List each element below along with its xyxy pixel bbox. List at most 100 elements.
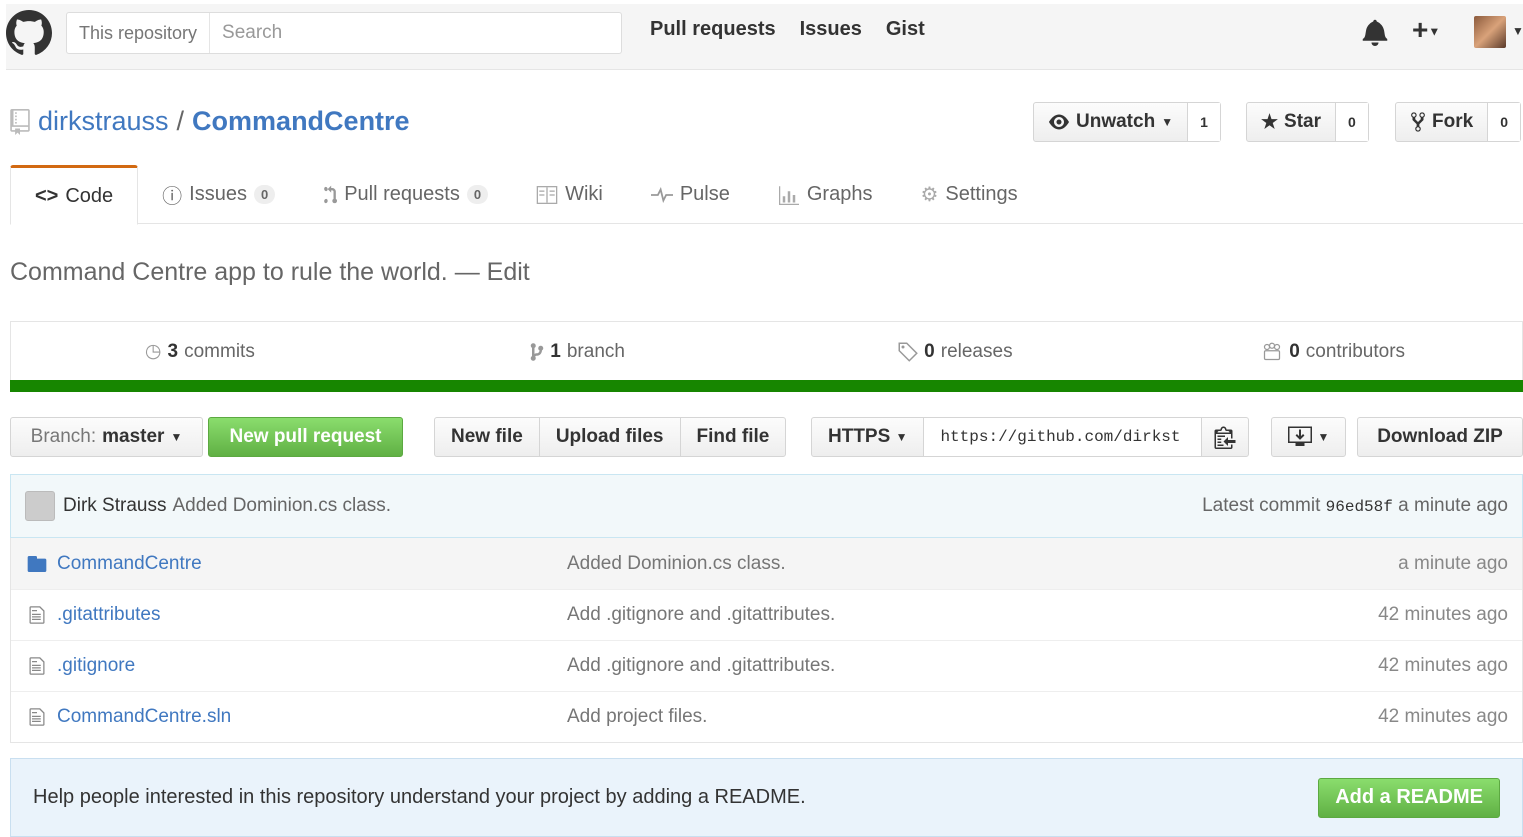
file-actions-group: New file Upload files Find file	[434, 417, 787, 457]
new-file-button[interactable]: New file	[435, 418, 540, 456]
releases-link[interactable]: 0 releases	[767, 322, 1145, 381]
watch-button-group: Unwatch ▼ 1	[1033, 102, 1221, 142]
commits-link[interactable]: ◷ 3 commits	[11, 322, 389, 381]
fork-button[interactable]: Fork	[1396, 103, 1489, 141]
commits-count: 3	[167, 340, 179, 362]
tab-graphs[interactable]: Graphs	[754, 165, 897, 224]
star-button[interactable]: ★ Star	[1247, 103, 1337, 141]
description-text: Command Centre app to rule the world.	[10, 258, 448, 286]
table-row: .gitignore Add .gitignore and .gitattrib…	[11, 640, 1522, 691]
file-name-link[interactable]: CommandCentre.sln	[57, 706, 567, 728]
nav-gist[interactable]: Gist	[886, 18, 925, 41]
search-input[interactable]: Search	[210, 22, 282, 44]
star-count[interactable]: 0	[1336, 103, 1368, 141]
author-avatar[interactable]	[25, 491, 55, 521]
tab-label: Code	[65, 184, 114, 207]
chevron-down-icon: ▼	[1428, 24, 1441, 39]
commit-sha-link[interactable]: 96ed58f	[1326, 498, 1393, 516]
create-new-dropdown[interactable]: +▼	[1412, 14, 1440, 46]
clone-url-input[interactable]: https://github.com/dirkst	[924, 418, 1203, 456]
plus-icon: +	[1412, 14, 1429, 45]
latest-commit-info: Latest commit 96ed58f a minute ago	[1202, 495, 1508, 517]
file-commit-message[interactable]: Added Dominion.cs class.	[567, 553, 1398, 575]
chevron-down-icon: ▼	[170, 430, 183, 444]
edit-description-link[interactable]: Edit	[487, 258, 530, 286]
branches-link[interactable]: 1 branch	[389, 322, 767, 381]
file-name-link[interactable]: CommandCentre	[57, 553, 567, 575]
tab-settings[interactable]: ⚙ Settings	[896, 165, 1041, 224]
fork-count[interactable]: 0	[1488, 103, 1520, 141]
avatar-caret-icon[interactable]: ▼	[1512, 24, 1523, 38]
tab-wiki[interactable]: Wiki	[512, 165, 627, 224]
file-age: a minute ago	[1398, 552, 1508, 574]
file-age: 42 minutes ago	[1378, 604, 1508, 625]
user-avatar[interactable]	[1474, 16, 1506, 48]
download-zip-button[interactable]: Download ZIP	[1357, 417, 1523, 457]
file-name-link[interactable]: .gitattributes	[57, 604, 567, 626]
tab-code[interactable]: <> Code	[10, 165, 139, 225]
fork-button-group: Fork 0	[1395, 102, 1521, 142]
repo-description: Command Centre app to rule the world. — …	[10, 258, 530, 287]
clone-url-group: HTTPS ▼ https://github.com/dirkst	[811, 417, 1250, 457]
nav-pull-requests[interactable]: Pull requests	[650, 18, 776, 41]
add-readme-button[interactable]: Add a README	[1318, 777, 1500, 818]
upload-files-button[interactable]: Upload files	[540, 418, 681, 456]
repo-name-link[interactable]: CommandCentre	[192, 106, 410, 137]
clipboard-icon[interactable]	[1202, 418, 1248, 456]
github-logo-icon[interactable]	[6, 10, 52, 56]
description-dash: —	[454, 258, 480, 286]
pulse-icon	[650, 186, 673, 203]
file-age: 42 minutes ago	[1378, 706, 1508, 727]
table-row: CommandCentre Added Dominion.cs class. a…	[11, 538, 1522, 589]
file-commit-message[interactable]: Add .gitignore and .gitattributes.	[567, 655, 1378, 677]
search-box[interactable]: This repository Search	[66, 12, 622, 54]
file-commit-message[interactable]: Add .gitignore and .gitattributes.	[567, 604, 1378, 626]
gear-icon: ⚙	[920, 184, 939, 206]
nav-issues[interactable]: Issues	[800, 18, 862, 41]
wiki-icon	[536, 185, 558, 204]
tab-pulse[interactable]: Pulse	[627, 165, 754, 224]
find-file-button[interactable]: Find file	[681, 418, 786, 456]
notification-bell-icon[interactable]	[1362, 18, 1388, 46]
branch-name: master	[102, 426, 165, 447]
numbers-summary: ◷ 3 commits 1 branch 0 releases 0 contri…	[10, 321, 1523, 381]
branches-count: 1	[550, 340, 561, 362]
readme-prompt-text: Help people interested in this repositor…	[33, 786, 806, 808]
file-text-icon	[25, 707, 49, 727]
commit-author[interactable]: Dirk Strauss	[63, 495, 166, 517]
code-icon: <>	[35, 184, 59, 207]
tab-pull-requests[interactable]: Pull requests 0	[299, 165, 512, 224]
open-desktop-button[interactable]: ▼	[1271, 417, 1346, 457]
tag-icon	[898, 342, 918, 362]
issue-icon: ⓘ	[162, 186, 183, 208]
new-pull-request-button[interactable]: New pull request	[208, 417, 403, 457]
branch-icon	[531, 342, 544, 361]
contributors-link[interactable]: 0 contributors	[1144, 322, 1522, 381]
repo-owner-link[interactable]: dirkstrauss	[38, 106, 169, 137]
latest-commit-prefix: Latest commit	[1202, 495, 1321, 516]
commit-message[interactable]: Added Dominion.cs class.	[172, 495, 391, 517]
tab-label: Pull requests	[344, 183, 460, 205]
releases-label: releases	[940, 340, 1013, 362]
repo-tabs: <> Code ⓘ Issues 0 Pull requests 0 Wiki …	[10, 165, 1523, 225]
star-button-group: ★ Star 0	[1246, 102, 1369, 142]
tab-issues[interactable]: ⓘ Issues 0	[138, 165, 299, 224]
language-bar	[10, 380, 1523, 392]
tab-label: Wiki	[565, 183, 603, 205]
history-icon: ◷	[144, 341, 162, 362]
file-commit-message[interactable]: Add project files.	[567, 706, 1378, 728]
file-table: CommandCentre Added Dominion.cs class. a…	[10, 538, 1523, 743]
file-name-link[interactable]: .gitignore	[57, 655, 567, 677]
unwatch-button[interactable]: Unwatch ▼	[1034, 103, 1189, 141]
tab-label: Settings	[945, 183, 1018, 205]
file-age: 42 minutes ago	[1378, 655, 1508, 676]
branch-select-button[interactable]: Branch: master ▼	[10, 417, 203, 457]
tab-label: Graphs	[806, 183, 873, 205]
watch-count[interactable]: 1	[1188, 103, 1220, 141]
issues-counter: 0	[253, 185, 276, 204]
pull-request-icon	[324, 185, 338, 203]
repo-icon	[10, 108, 30, 135]
protocol-select[interactable]: HTTPS ▼	[812, 418, 925, 456]
folder-icon	[25, 555, 49, 572]
table-row: CommandCentre.sln Add project files. 42 …	[11, 691, 1522, 742]
